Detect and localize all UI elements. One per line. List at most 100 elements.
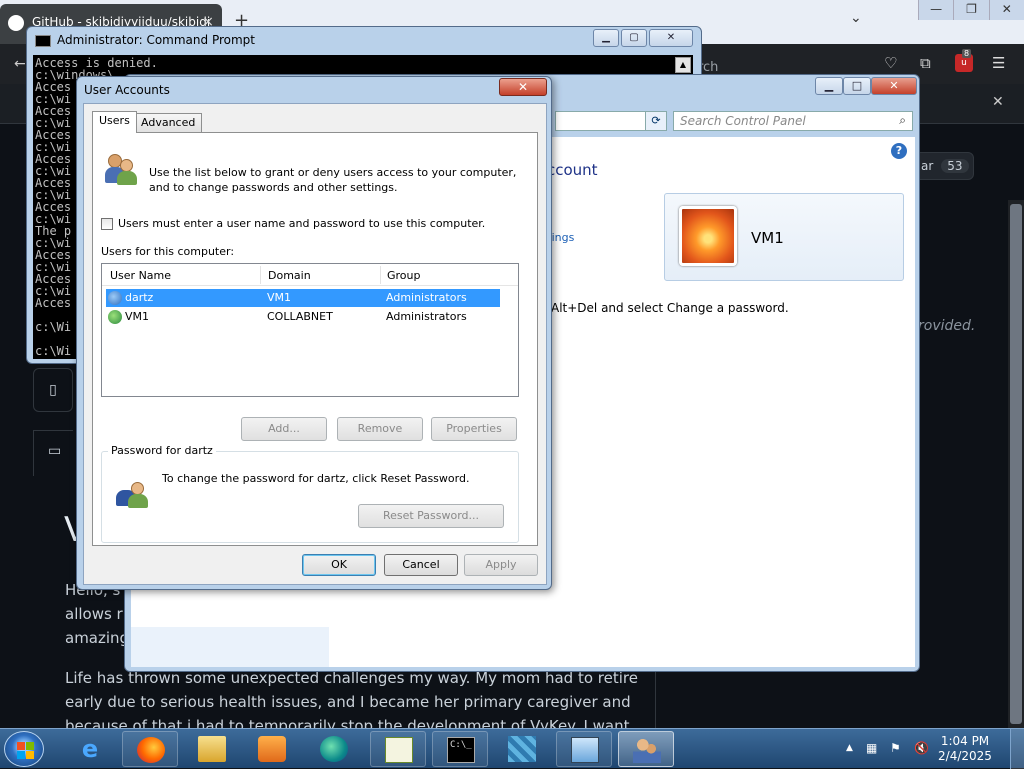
about-text-fragment: rovided.: [918, 318, 976, 334]
taskbar-command-prompt[interactable]: C:\_: [432, 731, 488, 767]
minimize-button[interactable]: —: [918, 0, 954, 20]
password-group-title: Password for dartz: [108, 444, 216, 457]
tab-users[interactable]: Users: [92, 111, 137, 133]
refresh-icon[interactable]: ⟳: [645, 111, 667, 131]
clock-date: 2/4/2025: [938, 749, 992, 763]
notification-close-icon[interactable]: ✕: [992, 94, 1004, 110]
rubik-icon: [508, 736, 536, 762]
cp-close-button[interactable]: ✕: [871, 77, 917, 95]
require-password-checkbox[interactable]: Users must enter a user name and passwor…: [101, 217, 485, 230]
media-player-icon: [258, 736, 286, 762]
ublock-badge: 8: [962, 49, 972, 58]
cp-maximize-button[interactable]: □: [843, 77, 871, 95]
reset-password-button[interactable]: Reset Password...: [358, 504, 504, 528]
pocket-icon[interactable]: ♡: [884, 54, 897, 72]
edge-icon: [320, 736, 348, 762]
console-line: Access is denied.: [35, 56, 158, 70]
dialog-title: User Accounts: [84, 83, 170, 97]
users-icon: [105, 151, 139, 185]
account-picture: [679, 206, 737, 266]
ok-button[interactable]: OK: [302, 554, 376, 576]
action-center-flag-icon[interactable]: ⚑: [890, 741, 901, 755]
dialog-close-button[interactable]: ✕: [499, 78, 547, 96]
cmd-close-button[interactable]: ✕: [649, 29, 693, 47]
tab-advanced[interactable]: Advanced: [134, 113, 203, 133]
password-group-text: To change the password for dartz, click …: [162, 472, 470, 485]
taskbar-file-explorer[interactable]: [184, 731, 240, 767]
hamburger-menu-icon[interactable]: ☰: [992, 54, 1005, 72]
column-group[interactable]: Group: [387, 269, 421, 282]
cp-heading: ccount: [547, 161, 598, 179]
domain-user-icon: [108, 310, 122, 324]
user-accounts-dialog[interactable]: User Accounts ✕ Users Advanced Use the l…: [76, 76, 552, 590]
star-count: 53: [941, 159, 969, 173]
cmd-minimize-button[interactable]: ▁: [593, 29, 619, 47]
cp-minimize-button[interactable]: ▁: [815, 77, 843, 95]
intro-text: Use the list below to grant or deny user…: [149, 166, 517, 194]
browser-scrollbar[interactable]: [1008, 200, 1024, 728]
notepad-icon: [385, 737, 413, 763]
browser-window-controls: — ❐ ✕: [918, 0, 1024, 20]
taskbar-rubik[interactable]: [494, 731, 550, 767]
file-explorer-icon: [198, 736, 226, 762]
dialog-client-area: Users Advanced Use the list below to gra…: [83, 103, 547, 585]
restore-button[interactable]: ❐: [953, 0, 989, 20]
scrollbar-thumb[interactable]: [1010, 204, 1022, 724]
add-user-button[interactable]: Add...: [241, 417, 327, 441]
taskbar-notepad[interactable]: [370, 731, 426, 767]
internet-explorer-icon: e: [81, 735, 99, 763]
taskbar-firefox[interactable]: [122, 731, 178, 767]
taskbar-user-accounts[interactable]: [618, 731, 674, 767]
account-name: VM1: [751, 229, 784, 247]
cp-search-input[interactable]: Search Control Panel ⌕: [673, 111, 913, 131]
readme-paragraph-2: Life has thrown some unexpected challeng…: [65, 669, 638, 728]
user-accounts-icon: [633, 737, 661, 763]
help-icon[interactable]: ?: [891, 143, 907, 159]
taskbar-control-panel[interactable]: [556, 731, 612, 767]
book-icon[interactable]: ▭: [33, 430, 73, 476]
tab-list-chevron-icon[interactable]: ⌄: [850, 10, 862, 26]
column-domain[interactable]: Domain: [268, 269, 311, 282]
start-button[interactable]: [4, 731, 44, 767]
remove-user-button[interactable]: Remove: [337, 417, 423, 441]
cp-password-hint: Alt+Del and select Change a password.: [551, 301, 789, 315]
table-row[interactable]: VM1 COLLABNET Administrators: [106, 308, 500, 326]
cancel-button[interactable]: Cancel: [384, 554, 458, 576]
users-tab-panel: Use the list below to grant or deny user…: [92, 132, 538, 546]
volume-muted-icon[interactable]: 🔇: [914, 741, 929, 755]
extensions-icon[interactable]: ⧉: [920, 54, 931, 72]
control-panel-icon: [571, 737, 599, 763]
taskbar-edge[interactable]: [306, 731, 362, 767]
star-label: ar: [921, 159, 934, 173]
search-icon[interactable]: ⌕: [899, 113, 906, 128]
taskbar-media-player[interactable]: [244, 731, 300, 767]
checkbox-box[interactable]: [101, 217, 113, 230]
apply-button[interactable]: Apply: [464, 554, 538, 576]
firefox-icon: [137, 737, 165, 763]
cmd-window-icon: [35, 35, 51, 47]
content-divider: [655, 668, 656, 728]
properties-button[interactable]: Properties: [431, 417, 517, 441]
account-card: VM1: [664, 193, 904, 281]
list-header: User Name Domain Group: [102, 264, 518, 286]
github-icon: [8, 15, 24, 31]
users-list[interactable]: User Name Domain Group dartz VM1 Adminis…: [101, 263, 519, 397]
show-desktop-button[interactable]: [1010, 729, 1024, 769]
command-prompt-icon: C:\_: [447, 737, 475, 763]
cmd-maximize-button[interactable]: ▢: [621, 29, 647, 47]
taskbar-internet-explorer[interactable]: e: [62, 731, 118, 767]
clock-time: 1:04 PM: [940, 734, 990, 748]
column-user-name[interactable]: User Name: [110, 269, 171, 282]
cmd-scroll-up-icon[interactable]: ▲: [675, 57, 691, 73]
back-arrow-icon[interactable]: ←: [14, 56, 26, 72]
table-row[interactable]: dartz VM1 Administrators: [106, 289, 500, 307]
network-icon[interactable]: ▦: [866, 741, 877, 755]
close-button[interactable]: ✕: [988, 0, 1024, 20]
cp-sidebar: [131, 627, 329, 667]
clock[interactable]: 1:04 PM 2/4/2025: [928, 734, 1002, 764]
users-list-label: Users for this computer:: [101, 245, 235, 258]
file-icon[interactable]: ▯: [33, 368, 73, 412]
password-user-icon: [116, 474, 150, 508]
tray-expand-icon[interactable]: ▲: [846, 743, 853, 753]
password-group: Password for dartz To change the passwor…: [101, 444, 519, 543]
